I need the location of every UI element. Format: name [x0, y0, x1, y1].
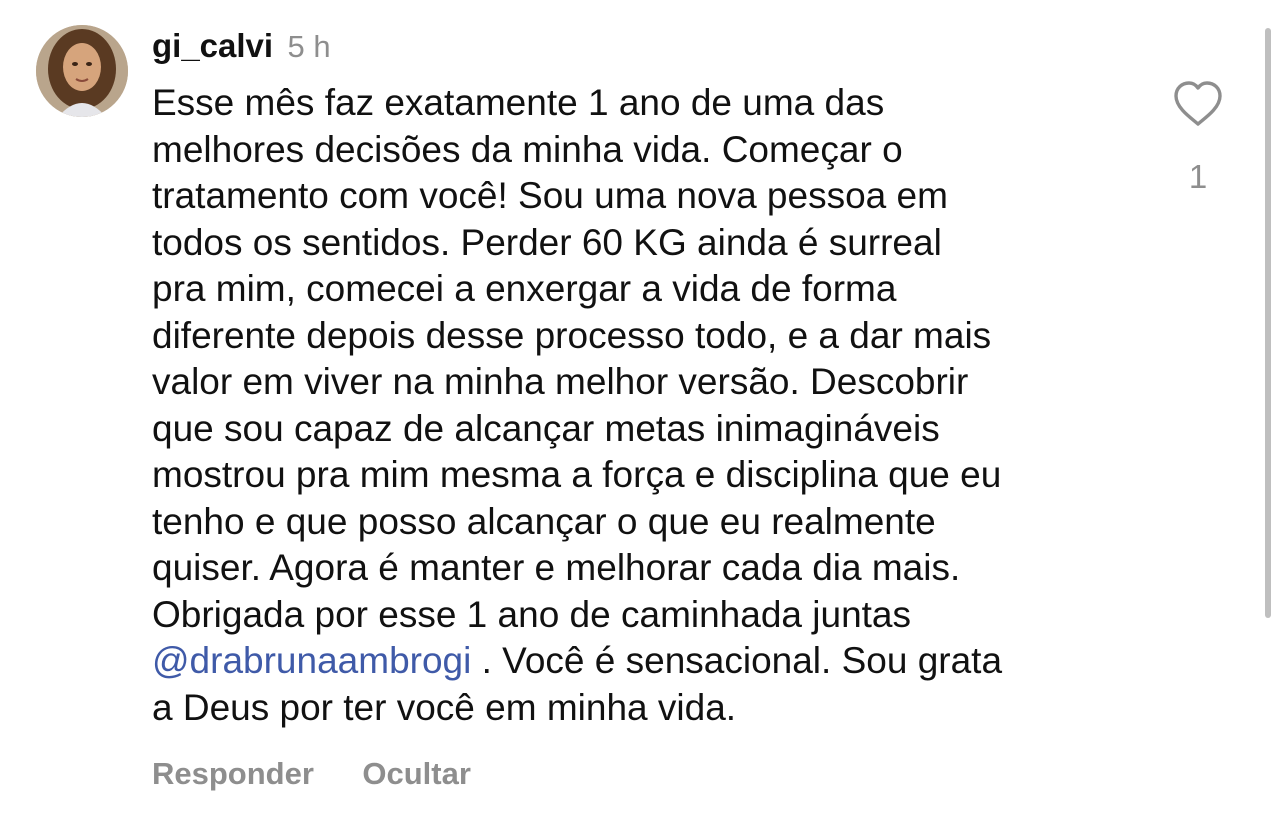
comment-text: Esse mês faz exatamente 1 ano de uma das… — [152, 80, 1142, 731]
like-count: 1 — [1188, 158, 1208, 195]
comment-line: valor em viver na minha melhor versão. D… — [152, 361, 969, 402]
comment-line: diferente depois desse processo todo, e … — [152, 314, 992, 356]
comment-line-rest: . Você é sensacional. Sou grata — [471, 640, 1003, 681]
heart-outline-icon[interactable] — [1172, 80, 1224, 128]
comment-line: quiser. Agora é manter e melhorar cada d… — [152, 547, 961, 588]
comment-line: pra mim, comecei a enxergar a vida de fo… — [152, 268, 897, 309]
avatar[interactable] — [36, 25, 128, 117]
comment-actions: Responder Ocultar — [152, 752, 515, 802]
comment-line: tratamento com você! Sou uma nova pessoa… — [152, 175, 948, 216]
scrollbar[interactable] — [1265, 28, 1271, 618]
timestamp: 5 h — [287, 29, 331, 64]
comment-line: Obrigada por esse 1 ano de caminhada jun… — [152, 593, 912, 635]
user-avatar-icon — [36, 25, 128, 117]
reply-button[interactable]: Responder — [152, 756, 314, 791]
comment: gi_calvi 5 h Esse mês faz exatamente 1 a… — [0, 0, 1280, 822]
comment-line: a Deus por ter você em minha vida. — [152, 686, 737, 728]
comment-line: que sou capaz de alcançar metas inimagin… — [152, 407, 940, 449]
comment-line: todos os sentidos. Perder 60 KG ainda é … — [152, 221, 942, 263]
comment-line: mostrou pra mim mesma a força e discipli… — [152, 454, 1002, 495]
comment-line: tenho e que posso alcançar o que eu real… — [152, 500, 936, 542]
comment-header: gi_calvi 5 h — [152, 26, 331, 73]
like-section: 1 — [1172, 80, 1224, 196]
mention-link[interactable]: @drabrunaambrogi — [152, 640, 471, 681]
hide-button[interactable]: Ocultar — [362, 756, 471, 791]
comment-line: Esse mês faz exatamente 1 ano de uma das — [152, 82, 885, 123]
comment-line: melhores decisões da minha vida. Começar… — [152, 128, 903, 170]
comment-line-with-mention: @drabrunaambrogi . Você é sensacional. S… — [152, 638, 1142, 685]
username[interactable]: gi_calvi — [152, 27, 273, 64]
